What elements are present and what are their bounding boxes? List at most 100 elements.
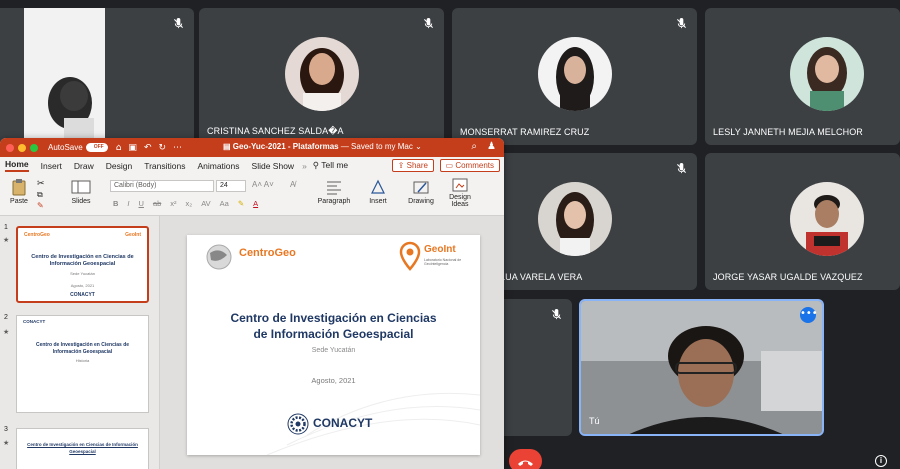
slide-subtitle: Sede Yucatán	[311, 347, 356, 354]
autosave[interactable]: AutoSave OFF	[48, 143, 108, 152]
clear-format-icon[interactable]: A̸	[290, 180, 295, 189]
ribbon-tabs: Home Insert Draw Design Transitions Anim…	[0, 157, 504, 174]
copy-icon[interactable]: ⧉	[37, 190, 43, 200]
format-painter-icon[interactable]: ✎	[37, 201, 44, 210]
more-icon[interactable]: ⋯	[173, 143, 182, 153]
tab-overflow[interactable]: »	[302, 161, 307, 171]
person-silhouette	[48, 77, 94, 145]
font-size-select[interactable]: 24	[216, 180, 246, 192]
tell-me-search[interactable]: ⚲ Tell me	[313, 160, 348, 171]
insert-button[interactable]: Insert	[363, 178, 393, 205]
char-spacing-icon[interactable]: AV	[201, 199, 210, 208]
avatar	[790, 36, 864, 111]
tab-animations[interactable]: Animations	[197, 161, 239, 171]
info-icon[interactable]: i	[875, 455, 887, 467]
comments-button[interactable]: ▭ Comments	[439, 159, 500, 172]
slide-thumbnails[interactable]: 1 ★ CentroGeo GeoInt Centro de Investiga…	[0, 216, 160, 469]
font-family-select[interactable]: Calibri (Body)	[110, 180, 214, 192]
minimize-window-button[interactable]	[18, 143, 26, 152]
strikethrough-icon[interactable]: ab	[153, 199, 161, 208]
superscript-icon[interactable]: x²	[170, 199, 176, 208]
home-icon[interactable]: ⌂	[116, 143, 122, 153]
avatar	[537, 36, 612, 111]
participant-tile[interactable]: JORGE YASAR UGALDE VAZQUEZ	[705, 153, 900, 290]
slide-title: Centro de Investigación en Ciencias de I…	[187, 310, 480, 342]
powerpoint-window[interactable]: AutoSave OFF ⌂ ▣ ↶ ↻ ⋯ ▤ Geo-Yuc-2021 - …	[0, 138, 504, 469]
slide-canvas[interactable]: CentroGeo GeoInt Laboratorio Nacional de…	[160, 216, 504, 469]
font-color-icon[interactable]: A	[253, 199, 258, 208]
thumbnail-slide-2[interactable]: CONACYT Centro de Investigación en Cienc…	[16, 315, 149, 413]
close-window-button[interactable]	[6, 143, 14, 152]
end-call-button[interactable]	[509, 449, 542, 469]
change-case-icon[interactable]: Aa	[220, 199, 229, 208]
mic-off-icon	[551, 309, 562, 320]
thumbnail-slide-1[interactable]: CentroGeo GeoInt Centro de Investigación…	[16, 226, 149, 303]
redo-icon[interactable]: ↻	[158, 143, 166, 153]
participant-tile[interactable]: CRISTINA SANCHEZ SALDA�A	[199, 8, 444, 145]
save-icon[interactable]: ▣	[128, 143, 137, 153]
paste-label: Paste	[10, 198, 28, 205]
avatar	[284, 36, 359, 111]
titlebar-right: ⌕ ♟	[471, 141, 496, 152]
centrogeo-wordmark: CentroGeo	[239, 247, 296, 259]
participant-tile[interactable]: LESLY JANNETH MEJIA MELCHOR	[705, 8, 900, 145]
paste-button[interactable]: Paste	[6, 178, 32, 205]
font-grow-shrink-icon[interactable]: A˄ A˅	[252, 180, 274, 189]
doc-name: Geo-Yuc-2021 - Plataformas	[232, 142, 339, 151]
participant-tile-partial[interactable]	[0, 8, 194, 145]
bold-icon[interactable]: B	[113, 199, 118, 208]
tab-home[interactable]: Home	[5, 159, 29, 172]
self-video-tile[interactable]: ••• Tú	[579, 299, 824, 436]
drawing-label: Drawing	[408, 198, 434, 205]
drawing-button[interactable]: Drawing	[404, 178, 438, 205]
animation-star-icon: ★	[3, 440, 10, 447]
slides-button[interactable]: Slides	[66, 178, 96, 205]
zoom-window-button[interactable]	[30, 143, 38, 152]
cut-icon[interactable]: ✂	[37, 178, 45, 189]
ppt-icon: ▤	[223, 142, 233, 151]
slide-title-line1: Centro de Investigación en Ciencias	[230, 311, 437, 325]
thumbnail-slide-3[interactable]: Centro de Investigación en Ciencias de I…	[16, 428, 149, 469]
share-button[interactable]: ⇪ Share	[391, 159, 434, 172]
participant-tile[interactable]: MONSERRAT RAMIREZ CRUZ	[452, 8, 697, 145]
meet-stage: CRISTINA SANCHEZ SALDA�A MONSERRAT RAMIR…	[0, 0, 900, 469]
geoint-logo	[399, 241, 421, 276]
mic-off-icon	[676, 163, 687, 174]
window-controls	[6, 143, 38, 152]
undo-icon[interactable]: ↶	[144, 143, 152, 153]
tab-design[interactable]: Design	[106, 161, 132, 171]
participant-name: CRISTINA SANCHEZ SALDA�A	[207, 126, 344, 136]
tab-draw[interactable]: Draw	[74, 161, 94, 171]
design-ideas-button[interactable]: Design Ideas	[445, 178, 475, 208]
paragraph-button[interactable]: Paragraph	[316, 178, 352, 205]
map-pin-icon	[399, 241, 421, 271]
tab-slide-show[interactable]: Slide Show	[252, 161, 295, 171]
tab-transitions[interactable]: Transitions	[144, 161, 185, 171]
geoint-wordmark: GeoInt	[424, 244, 456, 255]
slides-label: Slides	[71, 198, 91, 205]
animation-star-icon: ★	[3, 329, 10, 336]
tell-me-label: Tell me	[321, 160, 349, 170]
current-slide[interactable]: CentroGeo GeoInt Laboratorio Nacional de…	[187, 235, 480, 455]
search-icon[interactable]: ⌕	[471, 141, 477, 152]
autosave-toggle[interactable]: OFF	[85, 143, 108, 152]
globe-icon	[206, 244, 232, 270]
share-people-icon[interactable]: ♟	[487, 141, 496, 152]
highlight-icon[interactable]: ✎	[238, 199, 244, 208]
more-options-icon[interactable]: •••	[800, 307, 818, 323]
tab-insert[interactable]: Insert	[41, 161, 62, 171]
subscript-icon[interactable]: x₂	[186, 199, 193, 208]
slide-date: Agosto, 2021	[311, 376, 356, 385]
drawing-icon	[413, 181, 429, 194]
slide-number: 2	[4, 314, 8, 321]
paragraph-icon	[327, 181, 341, 195]
participant-name: JORGE YASAR UGALDE VAZQUEZ	[713, 272, 863, 282]
mic-off-icon	[676, 18, 687, 29]
ppt-titlebar: AutoSave OFF ⌂ ▣ ↶ ↻ ⋯ ▤ Geo-Yuc-2021 - …	[0, 138, 504, 157]
mic-off-icon	[423, 18, 434, 29]
paragraph-label: Paragraph	[317, 198, 351, 205]
comments-label: Comments	[455, 161, 494, 170]
underline-icon[interactable]: U	[139, 199, 144, 208]
italic-icon[interactable]: I	[127, 199, 129, 208]
conacyt-wordmark: CONACYT	[313, 416, 373, 430]
